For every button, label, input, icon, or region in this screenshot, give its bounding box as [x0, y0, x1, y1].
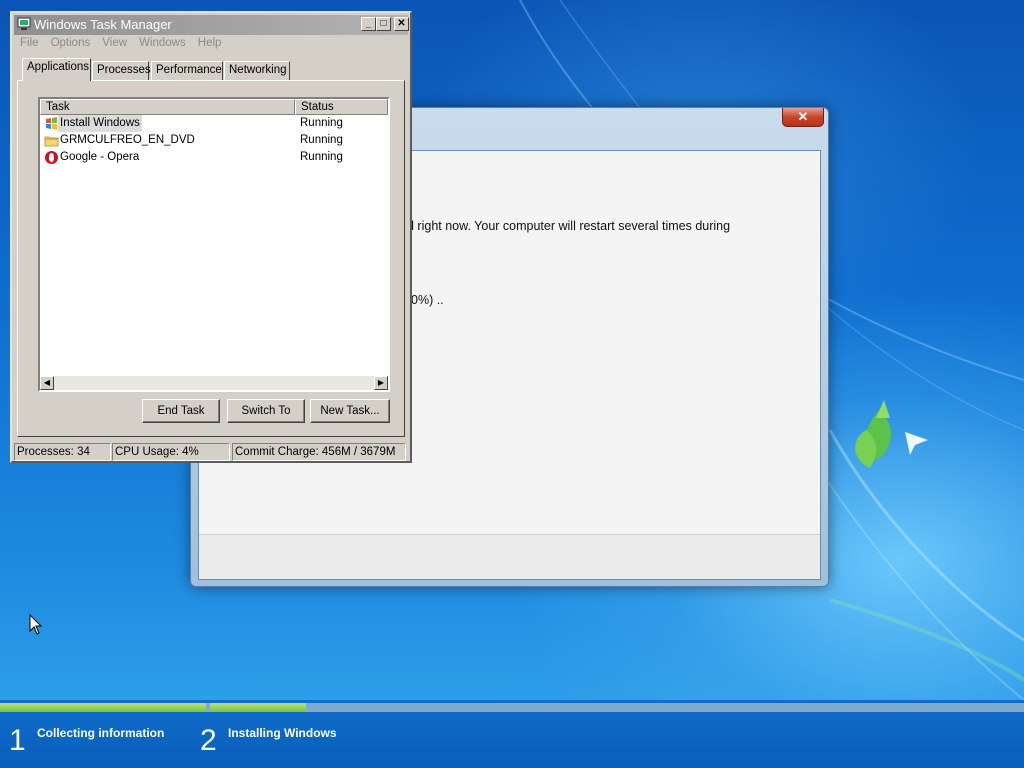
setup-status-text: d right now. Your computer will restart …: [407, 219, 731, 233]
task-status: Running: [300, 134, 343, 146]
task-row-install-windows[interactable]: Install Windows Running: [40, 115, 388, 132]
commit-charge: Commit Charge: 456M / 3679M: [232, 443, 406, 461]
opera-icon: [45, 151, 58, 164]
setup-footer: [199, 534, 820, 579]
column-header-task[interactable]: Task: [40, 99, 295, 115]
cpu-usage: CPU Usage: 4%: [112, 443, 230, 461]
menu-file[interactable]: File: [20, 37, 39, 49]
end-task-button[interactable]: End Task: [142, 399, 220, 423]
tab-processes[interactable]: Processes: [92, 61, 151, 80]
task-manager-title: Windows Task Manager: [34, 17, 172, 32]
progress-fill-step-1: [0, 703, 206, 712]
tab-applications[interactable]: Applications: [22, 58, 91, 81]
new-task-button[interactable]: New Task...: [310, 399, 390, 423]
scroll-right-icon[interactable]: ▶: [374, 376, 388, 390]
step-1-number: 1: [9, 724, 26, 757]
menu-bar: File Options View Windows Help: [20, 37, 230, 53]
step-2-label: Installing Windows: [228, 726, 337, 740]
task-row-dvd[interactable]: GRMCULFREO_EN_DVD Running: [40, 132, 388, 149]
task-status: Running: [300, 117, 343, 129]
task-name: Google - Opera: [60, 151, 140, 163]
processes-count: Processes: 34: [14, 443, 111, 461]
status-bar: Processes: 34 CPU Usage: 4% Commit Charg…: [14, 443, 408, 461]
menu-view[interactable]: View: [102, 37, 127, 49]
column-header-status[interactable]: Status: [295, 99, 388, 115]
task-list[interactable]: Task Status Install Windows Running GRMC…: [38, 97, 390, 392]
horizontal-scrollbar[interactable]: ◀ ▶: [40, 376, 388, 390]
setup-progress-text: 0%) ..: [411, 293, 444, 307]
windows-flag-icon: [46, 117, 57, 130]
step-2-number: 2: [200, 724, 217, 757]
setup-close-button[interactable]: ✕: [782, 108, 824, 127]
task-name: Install Windows: [58, 115, 142, 132]
maximize-button[interactable]: □: [376, 17, 391, 31]
step-1-label: Collecting information: [37, 726, 165, 740]
menu-help[interactable]: Help: [198, 37, 222, 49]
progress-fill-step-2: [210, 703, 306, 712]
task-manager-app-icon: [17, 17, 31, 30]
task-name: GRMCULFREO_EN_DVD: [60, 134, 195, 146]
task-row-opera[interactable]: Google - Opera Running: [40, 149, 388, 166]
menu-windows[interactable]: Windows: [139, 37, 186, 49]
task-manager-titlebar[interactable]: Windows Task Manager _ □ ✕: [14, 15, 409, 35]
mouse-cursor-icon: [29, 614, 43, 635]
windows-leaf-logo: [855, 400, 928, 468]
task-manager-window: Windows Task Manager _ □ ✕ File Options …: [10, 11, 412, 463]
task-status: Running: [300, 151, 343, 163]
install-progress-strip: 1 Collecting information 2 Installing Wi…: [0, 700, 1024, 768]
switch-to-button[interactable]: Switch To: [227, 399, 305, 423]
scroll-left-icon[interactable]: ◀: [40, 376, 54, 390]
tab-networking[interactable]: Networking: [224, 61, 290, 80]
folder-icon: [44, 136, 59, 147]
tab-performance[interactable]: Performance: [151, 61, 223, 80]
close-button[interactable]: ✕: [394, 17, 409, 31]
menu-options[interactable]: Options: [51, 37, 91, 49]
minimize-button[interactable]: _: [361, 17, 376, 31]
